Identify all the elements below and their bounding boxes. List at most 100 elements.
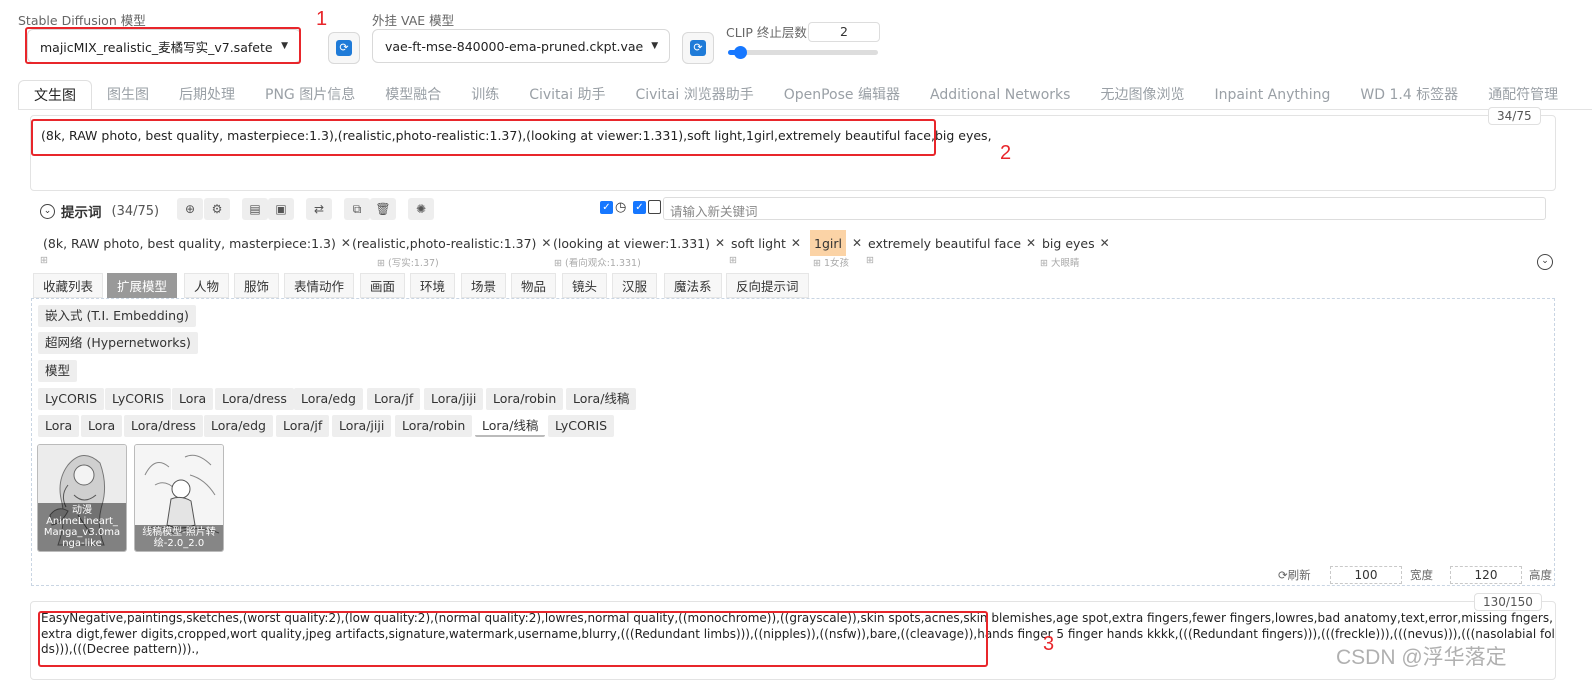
category-tab[interactable]: 收藏列表 (33, 273, 104, 298)
category-tab[interactable]: 汉服 (612, 273, 658, 298)
lora-folder-chip[interactable]: Lora/dress (124, 415, 203, 437)
vae-model-refresh-button[interactable]: ⟳ (682, 32, 714, 64)
prompt-tag[interactable]: (8k, RAW photo, best quality, masterpiec… (39, 230, 355, 256)
prompt-tag[interactable]: (looking at viewer:1.331) ✕ (549, 230, 729, 256)
category-tab[interactable]: 场景 (461, 273, 507, 298)
tag-translation: ⊞ (看向观众:1.331) (554, 258, 641, 269)
lora-folder-chip[interactable]: Lora/robin (486, 388, 564, 410)
card-width-input[interactable]: 100 (1330, 566, 1402, 584)
lora-folder-chip[interactable]: Lora (172, 388, 214, 410)
vae-model-select[interactable]: vae-ft-mse-840000-ema-pruned.ckpt.vae ▼ (372, 29, 670, 63)
category-tab[interactable]: 反向提示词 (726, 273, 809, 298)
lora-folder-chip[interactable]: Lora/线稿 (475, 415, 546, 437)
trash-icon: 🗑 (375, 202, 391, 216)
tab-item[interactable]: 无边图像浏览 (1085, 80, 1199, 110)
lora-folder-chip[interactable]: Lora/robin (395, 415, 473, 437)
lora-folder-chip[interactable]: Lora/edg (294, 388, 363, 410)
expand-chevron-icon[interactable]: ⌄ (1537, 254, 1553, 270)
card-width-label: 宽度 (1410, 568, 1433, 582)
lora-folder-chip[interactable]: Lora/jiji (424, 388, 484, 410)
clip-skip-input[interactable]: 2 (808, 22, 880, 42)
prompt-tag[interactable]: big eyes ✕ (1038, 230, 1114, 256)
lora-folder-chip[interactable]: LyCORIS (548, 415, 615, 437)
tab-item[interactable]: WD 1.4 标签器 (1345, 80, 1473, 110)
group-model[interactable]: 模型 (38, 360, 78, 382)
tab-item[interactable]: 模型融合 (370, 80, 456, 110)
lora-folder-chip[interactable]: Lora/edg (204, 415, 273, 437)
tab-item[interactable]: PNG 图片信息 (250, 80, 370, 110)
tab-item[interactable]: 训练 (456, 80, 514, 110)
close-icon[interactable]: ✕ (715, 236, 725, 250)
translate-icon: ⇄ (313, 202, 325, 216)
tag-translation: ⊞ (写实:1.37) (377, 258, 439, 269)
keep-checkbox[interactable]: ✓ (633, 201, 646, 214)
translate-button[interactable]: ⊕ (177, 198, 203, 220)
prompt-tag-remove[interactable]: ✕ (843, 230, 866, 256)
category-tab[interactable]: 魔法系 (664, 273, 722, 298)
prompt-tag[interactable]: 1girl (810, 230, 846, 256)
history-button[interactable]: ▤ (242, 198, 268, 220)
close-icon[interactable]: ✕ (1100, 236, 1110, 250)
card-height-input[interactable]: 120 (1450, 566, 1522, 584)
model-card-caption: 动漫 AnimeLineart_ Manga_v3.0ma nga-like (38, 503, 126, 551)
main-tabs: 文生图 图生图 后期处理 PNG 图片信息 模型融合 训练 Civitai 助手 Civita… (18, 80, 1573, 110)
refresh-button[interactable]: ⟳刷新 (1278, 567, 1311, 583)
tab-item[interactable]: Civitai 浏览器助手 (620, 80, 768, 110)
lora-folder-chip[interactable]: Lora/dress (215, 388, 294, 410)
ai-button[interactable]: ✺ (408, 198, 434, 220)
group-embedding[interactable]: 嵌入式 (T.I. Embedding) (38, 305, 196, 327)
category-tab[interactable]: 服饰 (234, 273, 280, 298)
settings-button[interactable]: ⚙ (204, 198, 230, 220)
auto-translate-checkbox[interactable]: ✓ (600, 201, 613, 214)
tab-item[interactable]: 后期处理 (164, 80, 250, 110)
copy-button[interactable]: ⧉ (344, 198, 370, 220)
tab-item[interactable]: Additional Networks (915, 80, 1085, 110)
chevron-down-icon: ▼ (651, 41, 659, 51)
lora-folder-chip[interactable]: LyCORIS (38, 388, 105, 410)
prompt-tag[interactable]: soft light ✕ (727, 230, 805, 256)
category-tab[interactable]: 扩展模型 (107, 273, 178, 298)
category-tab[interactable]: 人物 (184, 273, 230, 298)
clear-button[interactable]: 🗑 (370, 198, 396, 220)
prompt-tag[interactable]: (realistic,photo-realistic:1.37) ✕ (348, 230, 555, 256)
lora-folder-chip[interactable]: LyCORIS (105, 388, 172, 410)
lora-folder-chip[interactable]: Lora (38, 415, 80, 437)
clip-skip-slider[interactable] (728, 46, 878, 59)
prompt-helper-count: (34/75) (111, 203, 160, 219)
model-card[interactable]: 线稿模型-照片转 绘-2.0_2.0 (134, 444, 224, 552)
lora-folder-chip[interactable]: Lora/jiji (332, 415, 392, 437)
clock-icon: ◷ (615, 200, 627, 215)
close-icon[interactable]: ✕ (852, 236, 862, 250)
lora-folder-chip[interactable]: Lora/jf (367, 388, 421, 410)
refresh-icon: ⟳ (690, 40, 706, 56)
tab-item[interactable]: Civitai 助手 (514, 80, 620, 110)
clip-skip-slider-handle[interactable] (734, 46, 747, 59)
category-tab[interactable]: 画面 (360, 273, 406, 298)
lora-folder-chip[interactable]: Lora (81, 415, 123, 437)
close-icon[interactable]: ✕ (791, 236, 801, 250)
close-icon[interactable]: ✕ (1026, 236, 1036, 250)
lora-folder-chip[interactable]: Lora/线稿 (566, 388, 637, 410)
lora-folder-chip[interactable]: Lora/jf (276, 415, 330, 437)
tab-item[interactable]: 通配符管理 (1473, 80, 1573, 110)
prompt-token-counter: 34/75 (1488, 107, 1541, 125)
tab-item[interactable]: 文生图 (18, 80, 92, 110)
prompt-tag[interactable]: extremely beautiful face ✕ (864, 230, 1040, 256)
favorite-button[interactable]: ▣ (268, 198, 294, 220)
group-hypernetworks[interactable]: 超网络 (Hypernetworks) (38, 332, 198, 354)
bilingual-button[interactable]: ⇄ (306, 198, 332, 220)
category-tab[interactable]: 物品 (511, 273, 557, 298)
category-tab[interactable]: 表情动作 (284, 273, 355, 298)
prompt-helper-header[interactable]: ⌄ 提示词 (34/75) (40, 201, 159, 221)
extension-models-panel (31, 298, 1555, 586)
sd-model-refresh-button[interactable]: ⟳ (328, 32, 360, 64)
new-keyword-input[interactable]: 请输入新关键词 (663, 197, 1546, 220)
category-tab[interactable]: 镜头 (562, 273, 608, 298)
tag-translation: ⊞ (40, 255, 48, 266)
tab-item[interactable]: OpenPose 编辑器 (769, 80, 915, 110)
annotation-number-1: 1 (316, 8, 328, 30)
tab-item[interactable]: Inpaint Anything (1199, 80, 1345, 110)
model-card[interactable]: 动漫 AnimeLineart_ Manga_v3.0ma nga-like (37, 444, 127, 552)
category-tab[interactable]: 环境 (410, 273, 456, 298)
tab-item[interactable]: 图生图 (92, 80, 164, 110)
